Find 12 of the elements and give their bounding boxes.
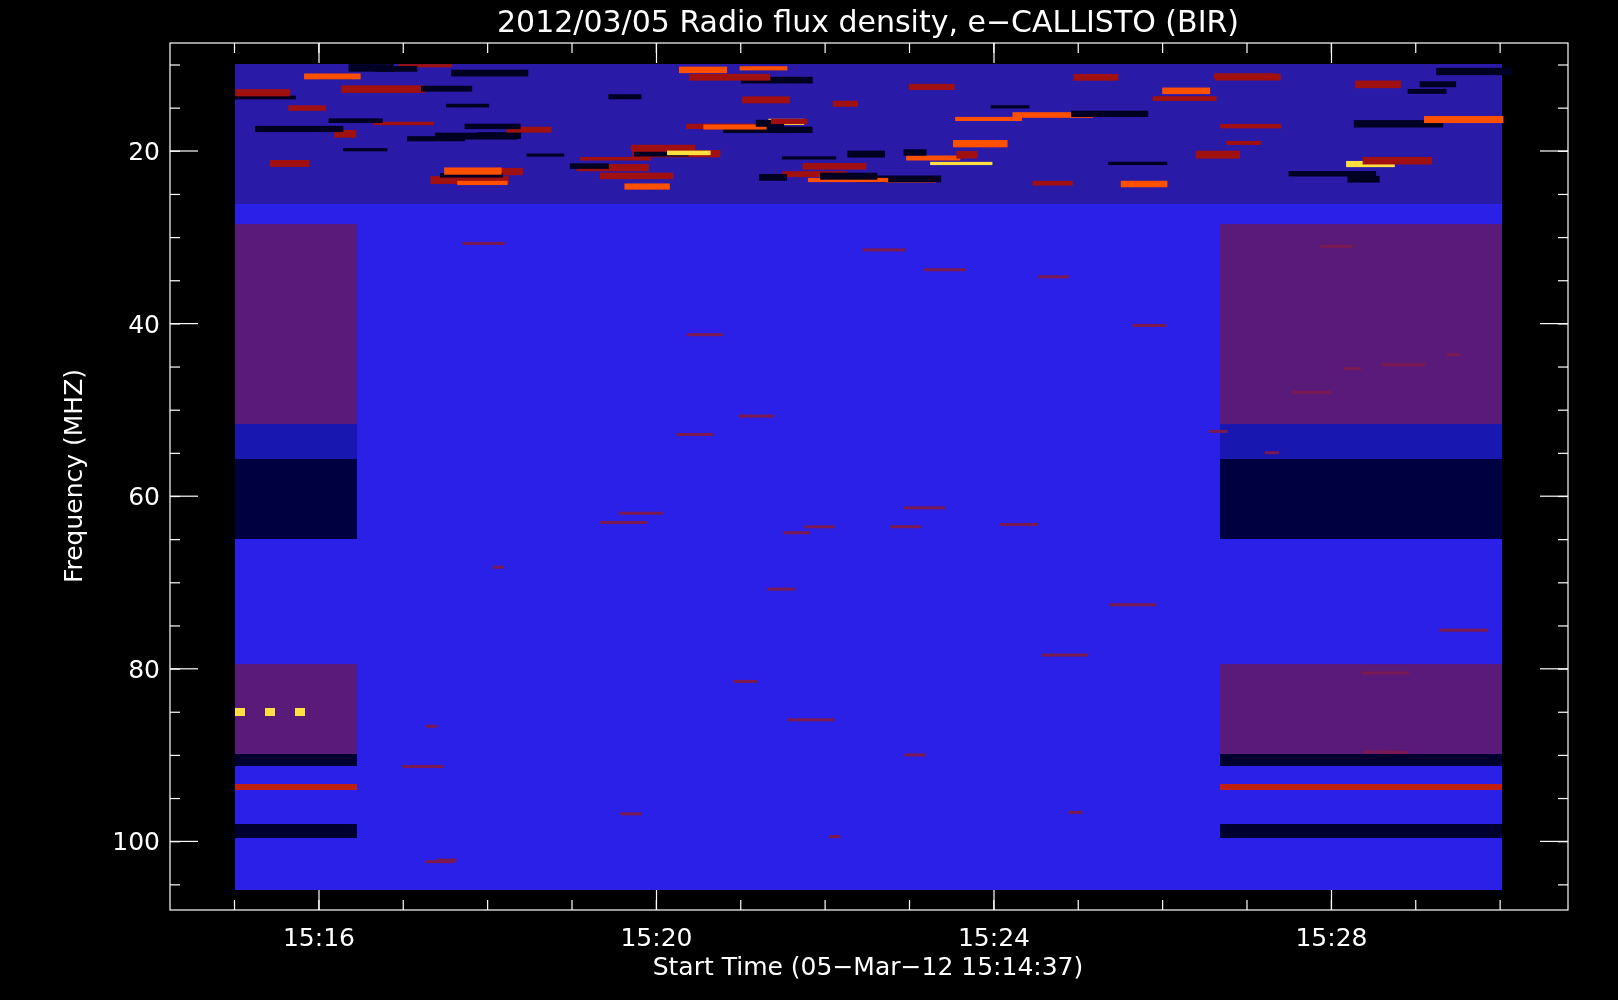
y-tick-label: 80 [128, 654, 160, 684]
chart-title: 2012/03/05 Radio flux density, e−CALLISTO (BIR) [496, 4, 1240, 39]
y-tick-label: 40 [128, 309, 160, 339]
x-tick-label: 15:20 [620, 923, 693, 952]
x-tick-label: 15:24 [958, 923, 1030, 952]
y-axis-label: Frequency (MHZ) [59, 368, 88, 584]
y-tick-label: 60 [128, 482, 160, 512]
x-tick-label: 15:28 [1295, 923, 1368, 952]
x-axis-label: Start Time (05−Mar−12 15:14:37) [652, 952, 1084, 981]
y-tick-label: 20 [128, 137, 160, 166]
x-tick-label: 15:16 [283, 923, 355, 952]
y-tick-label: 100 [112, 827, 160, 857]
